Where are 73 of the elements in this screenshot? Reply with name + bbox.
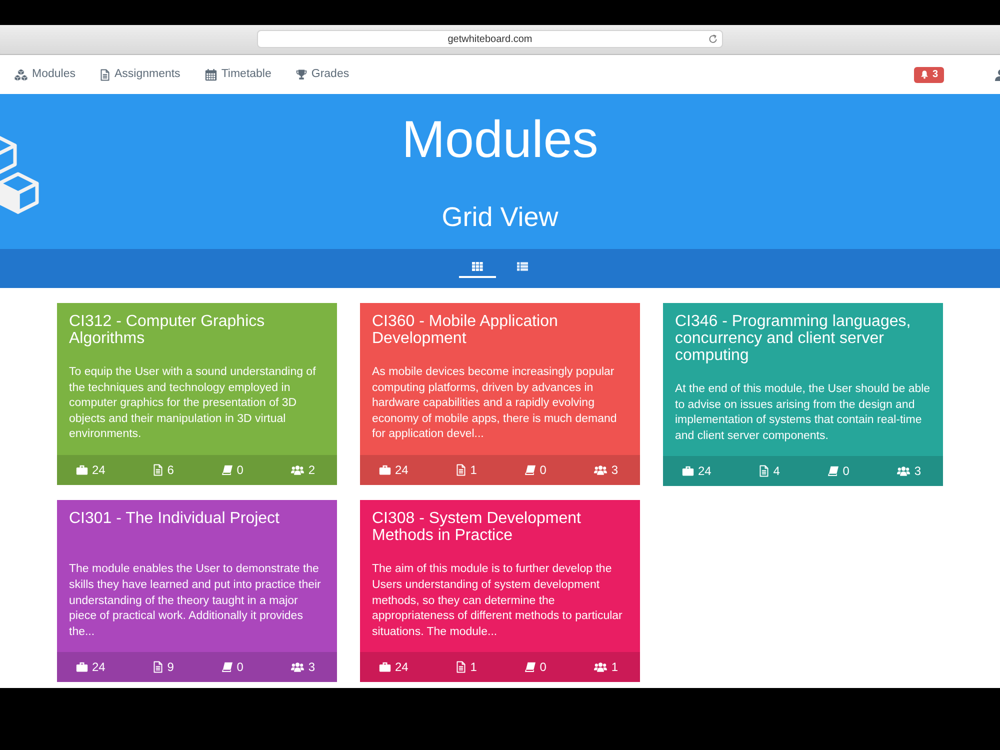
nav-link[interactable]: Assignments [100, 66, 180, 84]
users-icon [291, 464, 304, 475]
module-description: The module enables the User to demonstrate the skills they have learned and put into practice their understanding of the theory taught in a major piece of practical work. Additionally it provides the... [69, 562, 322, 640]
module-title: CI346 - Programming languages, concurrency and client server computing [675, 313, 912, 364]
module-description: As mobile devices become increasingly popular computing platforms, driven by advances in hardware capabilities and a rapidly evolving economy of mobile apps, there is much demand for application devel... [372, 365, 618, 442]
stat-count: 24 [92, 659, 106, 676]
stat-count: 3 [308, 659, 315, 676]
stat-count: 24 [92, 462, 106, 479]
notification-button[interactable]: 3 [914, 66, 944, 82]
reload-icon [708, 34, 718, 44]
module-title: CI308 - System Development Methods in Practice [372, 510, 582, 544]
user-icon[interactable] [994, 68, 1000, 80]
module-title: CI360 - Mobile Application Development [372, 313, 559, 347]
module-card[interactable] [360, 303, 640, 485]
stat-count: 24 [395, 659, 408, 676]
module-description: At the end of this module, the User should be able to advise on issues arising from the design and implementation of systems that contain real-time and client server components. [675, 382, 931, 444]
document-icon [759, 465, 770, 478]
module-card[interactable] [360, 500, 640, 682]
stat-count: 6 [167, 462, 174, 479]
stat-count: 0 [540, 462, 546, 479]
stat-count: 1 [611, 659, 618, 676]
module-card[interactable] [57, 500, 337, 682]
book-icon [524, 464, 536, 475]
briefcase-icon [76, 662, 88, 672]
stat-count: 0 [236, 659, 244, 676]
grid-icon [472, 262, 483, 271]
calendar-icon [205, 68, 218, 80]
nav-link[interactable]: Grades [296, 66, 350, 84]
address-bar[interactable]: getwhiteboard.com [257, 30, 723, 48]
stat-count: 24 [395, 462, 408, 479]
page-title: Modules [402, 110, 598, 170]
stat-count: 0 [540, 659, 546, 676]
document-icon [153, 464, 164, 476]
module-card[interactable] [663, 303, 943, 486]
document-icon [456, 661, 466, 674]
module-description: The aim of this module is to further develop the Users understanding of system development methods, so they can determine the appropriateness of different methods to particular situations. The module... [372, 562, 624, 640]
briefcase-icon [682, 466, 694, 476]
module-description: To equip the User with a sound understanding of the techniques and technology employed in computer graphics for the presentation of 3D objects and their manipulation in 3D virtual environments. [69, 365, 317, 442]
nav-link[interactable]: Timetable [205, 66, 272, 84]
module-card[interactable] [57, 303, 337, 485]
stat-count: 24 [698, 463, 712, 480]
users-icon [594, 662, 608, 672]
stat-count: 2 [308, 462, 315, 479]
book-icon [222, 464, 233, 475]
stat-count: 1 [470, 659, 477, 676]
cubes-icon [0, 135, 40, 215]
stat-count: 0 [236, 462, 244, 479]
briefcase-icon [379, 464, 391, 475]
document-icon [100, 68, 110, 80]
stat-count: 3 [611, 462, 618, 479]
briefcase-icon [379, 662, 391, 672]
view-subtitle: Grid View [440, 201, 560, 233]
document-icon [153, 661, 164, 674]
module-title: CI301 - The Individual Project [69, 510, 280, 530]
stat-count: 4 [773, 463, 780, 480]
book-icon [524, 662, 536, 672]
document-icon [456, 464, 466, 476]
stat-count: 1 [470, 462, 477, 479]
users-icon [594, 464, 608, 475]
cubes-icon [14, 68, 28, 80]
users-icon [897, 466, 910, 476]
list-icon [517, 262, 528, 271]
bell-icon [920, 70, 930, 79]
briefcase-icon [76, 464, 88, 475]
stat-count: 0 [842, 463, 850, 480]
stat-count: 3 [914, 463, 921, 480]
users-icon [291, 662, 304, 672]
trophy-icon [296, 69, 308, 80]
book-icon [222, 662, 233, 672]
book-icon [828, 466, 839, 476]
stat-count: 9 [167, 659, 174, 676]
module-title: CI312 - Computer Graphics Algorithms [69, 313, 266, 347]
nav-link[interactable]: Modules [14, 66, 76, 84]
